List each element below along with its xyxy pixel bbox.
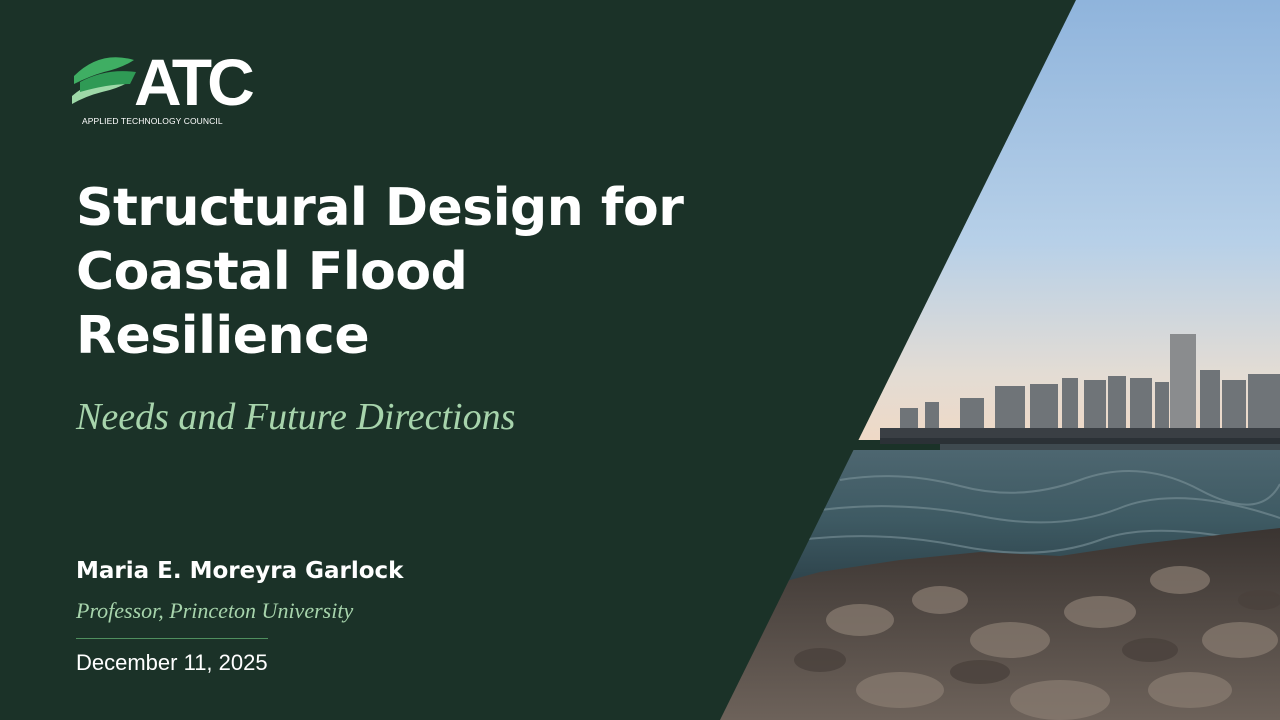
logo-subtitle: APPLIED TECHNOLOGY COUNCIL xyxy=(82,116,223,126)
presenter-affiliation: Professor, Princeton University xyxy=(76,598,354,623)
title-line-1: Structural Design for xyxy=(76,178,684,238)
slide-subtitle: Needs and Future Directions xyxy=(76,396,516,438)
logo-wordmark: ATC xyxy=(134,45,255,119)
title-line-2: Coastal Flood xyxy=(76,242,468,302)
slide-title: Structural Design for Coastal Flood Resi… xyxy=(76,176,776,368)
title-line-3: Resilience xyxy=(76,306,370,366)
presentation-date: December 11, 2025 xyxy=(76,650,268,675)
divider-line xyxy=(76,638,268,639)
title-slide: ATC APPLIED TECHNOLOGY COUNCIL Structura… xyxy=(0,0,1280,720)
presenter-name: Maria E. Moreyra Garlock xyxy=(76,558,404,584)
